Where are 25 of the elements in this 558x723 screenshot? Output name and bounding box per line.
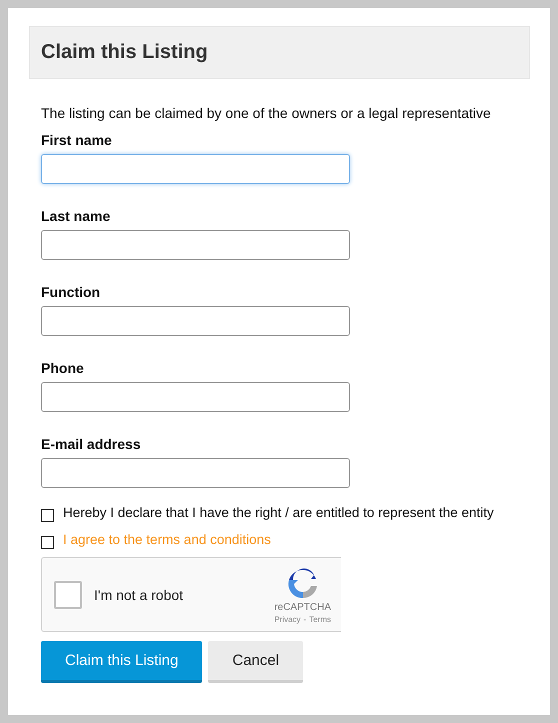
field-label: E-mail address — [41, 436, 142, 452]
recaptcha-brand: reCAPTCHA — [274, 602, 331, 613]
dialog-title: Claim this Listing — [41, 41, 208, 64]
input-field[interactable] — [41, 154, 350, 184]
input-field[interactable] — [41, 306, 350, 336]
separator-text: - — [304, 615, 306, 624]
terms-link[interactable]: Terms — [309, 615, 331, 624]
field-label: Last name — [41, 208, 112, 224]
intro-text: The listing can be claimed by one of the owners or a legal representative — [41, 105, 492, 121]
input-field[interactable] — [41, 382, 350, 412]
input-field[interactable] — [41, 458, 350, 488]
recaptcha-logo-icon — [286, 568, 319, 600]
checkbox-label: Hereby I declare that I have the right / are entitled to represent the entity — [63, 505, 494, 520]
captcha-label: I'm not a robot — [94, 586, 184, 602]
terms-link[interactable]: I agree to the terms and conditions — [63, 532, 271, 547]
cancel-button[interactable]: Cancel — [208, 641, 304, 683]
field-label: First name — [41, 132, 113, 148]
captcha-checkbox[interactable] — [54, 580, 82, 608]
field-label: Phone — [41, 360, 85, 376]
checkbox[interactable] — [41, 536, 54, 549]
claim-button[interactable]: Claim this Listing — [41, 641, 202, 683]
checkbox[interactable] — [41, 509, 54, 522]
input-field[interactable] — [41, 230, 350, 260]
field-label: Function — [41, 284, 102, 300]
privacy-link[interactable]: Privacy — [274, 615, 301, 624]
